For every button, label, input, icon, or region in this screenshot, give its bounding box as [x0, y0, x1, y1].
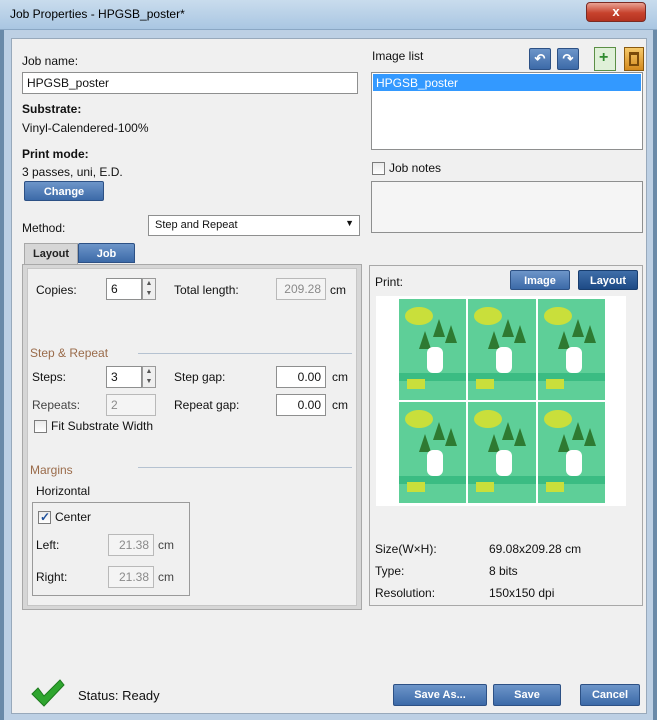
left-margin-field: 21.38	[108, 534, 154, 556]
layout-preview	[376, 296, 626, 506]
poster-tile	[399, 299, 467, 400]
repeats-label: Repeats:	[32, 398, 81, 412]
chevron-down-icon: ▼	[345, 218, 354, 228]
job-name-input[interactable]: HPGSB_poster	[22, 72, 358, 94]
save-as-button[interactable]: Save As...	[393, 684, 487, 706]
center-checkbox[interactable]	[38, 510, 51, 524]
repeat-gap-unit: cm	[332, 398, 348, 412]
tab-layout[interactable]: Layout	[24, 243, 79, 265]
job-notes-checkbox[interactable]	[372, 162, 385, 175]
horizontal-label: Horizontal	[36, 484, 91, 498]
cancel-button[interactable]: Cancel	[580, 684, 640, 706]
type-value: 8 bits	[489, 564, 518, 578]
spinner-down-icon[interactable]: ▼	[143, 289, 155, 299]
size-label: Size(W×H):	[375, 542, 437, 556]
size-value: 69.08x209.28 cm	[489, 542, 582, 556]
repeat-gap-label: Repeat gap:	[174, 398, 240, 412]
right-margin-label: Right:	[36, 570, 68, 584]
type-label: Type:	[375, 564, 405, 578]
image-list-label: Image list	[372, 49, 424, 63]
spinner-down-icon[interactable]: ▼	[143, 377, 155, 387]
left-margin-unit: cm	[158, 538, 174, 552]
margins-title: Margins	[30, 463, 73, 477]
undo-icon[interactable]: ↶	[529, 48, 551, 70]
step-gap-label: Step gap:	[174, 370, 226, 384]
spinner-up-icon[interactable]: ▲	[143, 367, 155, 377]
delete-icon[interactable]	[624, 47, 644, 71]
method-selected-value: Step and Repeat	[155, 219, 238, 231]
spinner-up-icon[interactable]: ▲	[143, 279, 155, 289]
tab-job-info[interactable]: Job Info	[78, 243, 135, 280]
add-image-icon[interactable]: +	[594, 47, 616, 71]
print-label: Print:	[375, 275, 404, 289]
repeat-gap-input[interactable]: 0.00	[276, 394, 326, 416]
print-mode-label: Print mode:	[22, 147, 89, 161]
plus-icon: +	[599, 49, 609, 66]
step-repeat-divider	[138, 353, 352, 354]
job-name-label: Job name:	[22, 54, 79, 68]
poster-tile	[537, 299, 605, 400]
resolution-label: Resolution:	[375, 586, 436, 600]
save-button[interactable]: Save	[493, 684, 561, 706]
poster-tile	[468, 402, 536, 503]
substrate-label: Substrate:	[22, 102, 82, 116]
right-margin-unit: cm	[158, 570, 174, 584]
step-repeat-title: Step & Repeat	[30, 346, 109, 360]
method-label: Method:	[22, 221, 66, 235]
job-notes-textarea[interactable]	[371, 181, 643, 233]
steps-label: Steps:	[32, 370, 67, 384]
total-length-unit: cm	[330, 283, 346, 297]
layout-view-button[interactable]: Layout	[578, 270, 638, 290]
left-margin-label: Left:	[36, 538, 60, 552]
step-gap-input[interactable]: 0.00	[276, 366, 326, 388]
image-view-button[interactable]: Image	[510, 270, 570, 290]
repeats-field: 2	[106, 394, 156, 416]
copies-label: Copies:	[36, 283, 77, 297]
list-item[interactable]: HPGSB_poster	[373, 74, 641, 91]
window-title: Job Properties - HPGSB_poster*	[10, 7, 185, 21]
job-notes-label: Job notes	[389, 161, 442, 175]
trash-icon	[629, 52, 639, 66]
substrate-value: Vinyl-Calendered-100%	[22, 121, 149, 135]
resolution-value: 150x150 dpi	[489, 586, 555, 600]
tile-grid	[398, 298, 606, 504]
redo-icon[interactable]: ↷	[557, 48, 579, 70]
image-list[interactable]: HPGSB_poster	[371, 72, 643, 150]
margins-divider	[138, 467, 352, 468]
poster-tile	[537, 402, 605, 503]
fit-substrate-checkbox[interactable]	[34, 420, 47, 433]
close-button[interactable]: x	[586, 2, 646, 22]
total-length-label: Total length:	[174, 283, 239, 297]
copies-spinner[interactable]: ▲ ▼	[142, 278, 156, 300]
checkmark-icon	[30, 678, 66, 711]
method-select[interactable]: Step and Repeat ▼	[148, 215, 360, 236]
poster-tile	[468, 299, 536, 400]
steps-input[interactable]: 3	[106, 366, 142, 388]
fit-substrate-label: Fit Substrate Width	[51, 419, 154, 433]
title-bar: Job Properties - HPGSB_poster* x	[0, 0, 657, 30]
steps-spinner[interactable]: ▲ ▼	[142, 366, 156, 388]
right-margin-field: 21.38	[108, 566, 154, 588]
status-text: Status: Ready	[78, 688, 160, 703]
copies-input[interactable]: 6	[106, 278, 142, 300]
total-length-field: 209.28	[276, 278, 326, 300]
change-print-mode-button[interactable]: Change	[24, 181, 104, 201]
center-label: Center	[55, 510, 92, 524]
step-gap-unit: cm	[332, 370, 348, 384]
print-mode-value: 3 passes, uni, E.D.	[22, 165, 123, 179]
poster-tile	[399, 402, 467, 503]
